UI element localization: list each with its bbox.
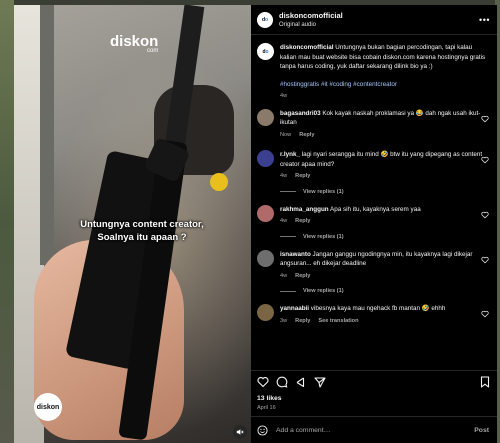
comment-meta: 3w Reply See translation — [280, 317, 486, 327]
reply-button[interactable]: Reply — [295, 173, 310, 179]
divider — [280, 191, 296, 192]
post-date: April 16 — [257, 405, 276, 411]
timestamp: 4w — [280, 272, 288, 279]
comment-body: r.lynk_ lagi nyari serangga itu mind 🤣 b… — [280, 150, 486, 182]
comment-body: bagasandri03 Kok kayak naskah proklamasi… — [280, 109, 486, 141]
avatar[interactable] — [257, 150, 274, 167]
send-icon[interactable] — [314, 376, 326, 388]
comment-item: yannaabii vibesnya kaya mau ngehack fb m… — [257, 304, 497, 326]
timestamp: Now — [280, 131, 292, 138]
timestamp: 4w — [280, 173, 288, 179]
reply-button[interactable]: Reply — [299, 132, 314, 138]
username-link[interactable]: diskoncomofficial — [280, 44, 334, 51]
post-comment-button[interactable]: Post — [474, 427, 489, 434]
view-replies-label: View replies (1) — [303, 233, 344, 240]
video-caption-line: Untungnya content creator, — [80, 219, 204, 230]
post-author: diskoncomofficial Original audio — [279, 11, 343, 28]
like-count[interactable]: 13 likes — [257, 395, 282, 402]
timestamp: 4w — [280, 93, 288, 99]
comment-meta: 4w Reply — [280, 172, 486, 182]
view-replies-button[interactable]: View replies (1) — [280, 189, 497, 195]
comment-body: yannaabii vibesnya kaya mau ngehack fb m… — [280, 304, 486, 326]
username-link[interactable]: bagasandri03 — [280, 110, 321, 117]
screen: diskon com Untungnya content creator, So… — [0, 0, 500, 443]
comments-panel: do diskoncomofficial Original audio ••• … — [251, 5, 497, 443]
video-scene — [40, 5, 54, 265]
video-scene — [210, 173, 228, 191]
post-header: do diskoncomofficial Original audio ••• — [251, 5, 497, 35]
reel-video[interactable]: diskon com Untungnya content creator, So… — [14, 5, 251, 443]
username-link[interactable]: isnawanto — [280, 251, 311, 258]
divider — [280, 290, 296, 292]
action-bar — [251, 370, 497, 390]
timestamp: 4w — [280, 218, 288, 224]
avatar[interactable]: do — [257, 11, 273, 28]
comment-text: lagi nyari serangga itu mind 🤣 btw itu y… — [280, 151, 483, 168]
comment-text: Apa sih itu, kayaknya serem yaa — [330, 205, 421, 213]
share-icon[interactable] — [295, 376, 307, 388]
comment-body: isnawanto Jangan ganggu ngodingnya min, … — [280, 250, 486, 282]
heart-icon[interactable] — [481, 310, 489, 318]
timestamp: 3w — [280, 317, 288, 324]
watermark-badge-text: diskon — [36, 403, 60, 411]
avatar[interactable] — [257, 204, 274, 222]
comment-input[interactable]: Add a comment… — [276, 427, 330, 434]
watermark-logo: diskon com — [110, 33, 158, 54]
video-caption: Untungnya content creator, Soalnya itu a… — [62, 218, 222, 244]
username-link[interactable]: yannaabii — [280, 305, 309, 312]
view-replies-button[interactable]: View replies (1) — [280, 288, 497, 294]
caption-body: diskoncomofficial Untungnya bukan bagian… — [280, 43, 486, 102]
heart-icon[interactable] — [481, 115, 489, 123]
bookmark-icon[interactable] — [479, 376, 491, 388]
heart-icon[interactable] — [481, 256, 489, 264]
avatar[interactable] — [257, 108, 274, 126]
reply-button[interactable]: Reply — [295, 318, 310, 324]
post-modal: diskon com Untungnya content creator, So… — [14, 5, 497, 443]
hashtags[interactable]: #hostinggratis #it #coding #contentcreat… — [280, 80, 486, 90]
divider — [280, 236, 296, 237]
comment-item: rakhma_anggun Apa sih itu, kayaknya sere… — [257, 204, 497, 227]
heart-icon[interactable] — [481, 211, 489, 219]
comments-list[interactable]: do diskoncomofficial Untungnya bukan bag… — [251, 43, 497, 367]
video-caption-line: Soalnya itu apaan ? — [97, 232, 187, 243]
heart-icon[interactable] — [257, 376, 269, 388]
comment-body: rakhma_anggun Apa sih itu, kayaknya sere… — [280, 205, 486, 227]
caption-meta: 4w — [280, 92, 486, 102]
see-translation-button[interactable]: See translation — [318, 318, 358, 324]
comment-meta: 4w Reply — [280, 272, 486, 282]
avatar[interactable]: do — [257, 43, 274, 60]
backdrop — [0, 0, 14, 443]
view-replies-label: View replies (1) — [303, 188, 344, 195]
view-replies-button[interactable]: View replies (1) — [280, 234, 497, 240]
comment-composer: Add a comment… Post — [251, 416, 497, 443]
speaker-muted-icon[interactable] — [233, 425, 247, 439]
reply-button[interactable]: Reply — [295, 273, 310, 279]
avatar[interactable] — [257, 304, 274, 321]
comment-icon[interactable] — [276, 376, 288, 388]
watermark-badge: diskon — [34, 393, 62, 421]
more-options-icon[interactable]: ••• — [479, 15, 490, 25]
comment-meta: Now Reply — [280, 131, 486, 141]
comment-meta: 4w Reply — [280, 217, 486, 227]
username-link[interactable]: r.lynk_ — [280, 151, 300, 158]
view-replies-label: View replies (1) — [303, 288, 344, 294]
comment-item: isnawanto Jangan ganggu ngodingnya min, … — [257, 249, 497, 282]
reply-button[interactable]: Reply — [295, 218, 310, 224]
emoji-icon[interactable] — [257, 424, 268, 436]
comment-text: vibesnya kaya mau ngehack fb mantan 🤣 eh… — [310, 305, 446, 312]
post-caption: do diskoncomofficial Untungnya bukan bag… — [257, 43, 497, 102]
username-link[interactable]: rakhma_anggun — [280, 206, 329, 213]
comment-item: bagasandri03 Kok kayak naskah proklamasi… — [257, 108, 497, 141]
comment-item: r.lynk_ lagi nyari serangga itu mind 🤣 b… — [257, 150, 497, 182]
heart-icon[interactable] — [481, 156, 489, 164]
avatar[interactable] — [257, 249, 274, 267]
username-link[interactable]: diskoncomofficial — [279, 11, 343, 20]
audio-link[interactable]: Original audio — [279, 22, 343, 28]
